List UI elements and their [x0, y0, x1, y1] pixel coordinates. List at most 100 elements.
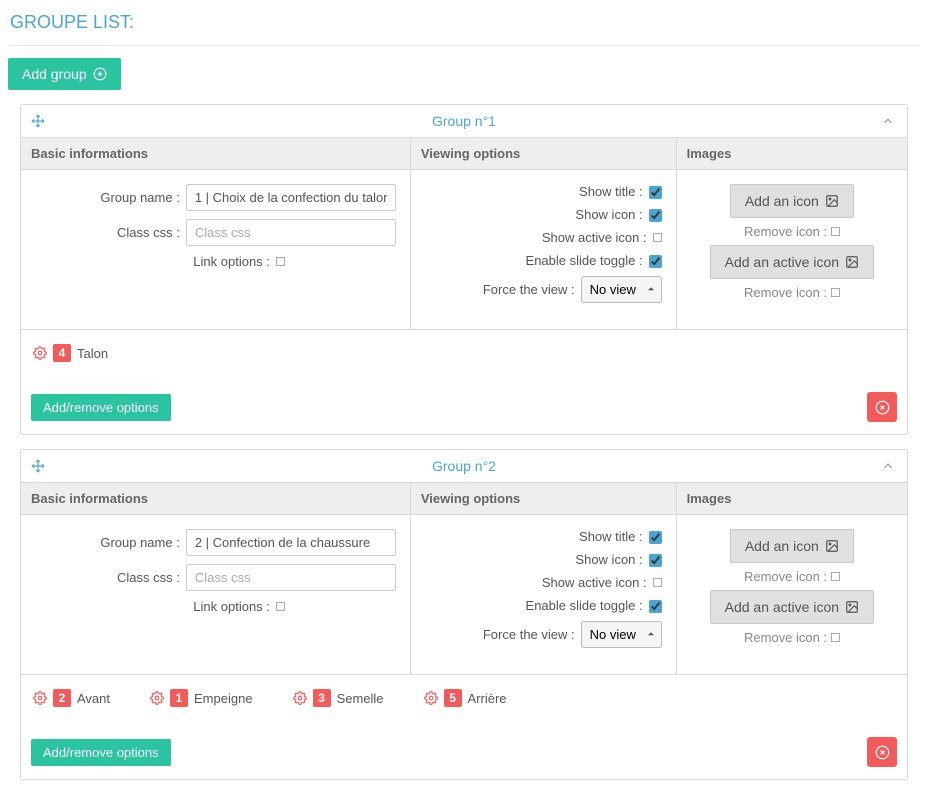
viewing-column: Viewing options Show title : Show icon :… — [411, 138, 677, 329]
option-label: Empeigne — [194, 691, 253, 706]
move-icon[interactable] — [31, 114, 45, 128]
force-view-label: Force the view : — [425, 627, 581, 642]
group-card: Group n°2 Basic informations Group name … — [20, 449, 908, 780]
add-icon-button[interactable]: Add an icon — [730, 529, 854, 563]
remove-active-icon-label: Remove icon : — [744, 630, 827, 645]
show-title-label: Show title : — [425, 184, 649, 199]
delete-group-button[interactable] — [867, 737, 897, 767]
viewing-column: Viewing options Show title : Show icon :… — [411, 483, 677, 674]
move-icon[interactable] — [31, 459, 45, 473]
close-circle-icon — [875, 745, 890, 760]
basic-header: Basic informations — [21, 138, 410, 170]
basic-header: Basic informations — [21, 483, 410, 515]
add-active-icon-label: Add an active icon — [725, 599, 839, 615]
add-icon-button[interactable]: Add an icon — [730, 184, 854, 218]
add-active-icon-label: Add an active icon — [725, 254, 839, 270]
image-icon — [845, 255, 859, 269]
enable-slide-checkbox[interactable] — [649, 255, 662, 268]
show-active-icon-checkbox[interactable] — [653, 578, 662, 587]
enable-slide-label: Enable slide toggle : — [425, 598, 649, 613]
group-columns: Basic informations Group name : Class cs… — [21, 483, 907, 675]
option-label: Avant — [77, 691, 110, 706]
viewing-header: Viewing options — [411, 483, 676, 515]
enable-slide-checkbox[interactable] — [649, 600, 662, 613]
show-active-icon-label: Show active icon : — [425, 230, 653, 245]
add-group-button[interactable]: Add group — [8, 58, 121, 90]
basic-column: Basic informations Group name : Class cs… — [21, 138, 411, 329]
show-icon-checkbox[interactable] — [649, 209, 662, 222]
class-css-label: Class css : — [56, 225, 186, 240]
add-icon-label: Add an icon — [745, 193, 819, 209]
add-icon-label: Add an icon — [745, 538, 819, 554]
basic-column: Basic informations Group name : Class cs… — [21, 483, 411, 674]
add-group-label: Add group — [22, 66, 87, 82]
class-css-input[interactable] — [186, 564, 396, 591]
gear-icon[interactable] — [150, 691, 164, 705]
option-label: Semelle — [337, 691, 384, 706]
image-icon — [825, 194, 839, 208]
remove-active-icon-checkbox[interactable] — [831, 633, 840, 642]
group-header: Group n°1 — [21, 105, 907, 138]
add-remove-options-button[interactable]: Add/remove options — [31, 739, 171, 766]
option-item: 4 Talon — [33, 344, 108, 362]
groups-container: Group n°1 Basic informations Group name … — [20, 104, 908, 780]
group-card: Group n°1 Basic informations Group name … — [20, 104, 908, 435]
force-view-select[interactable]: No view — [581, 621, 662, 648]
group-title: Group n°1 — [432, 113, 496, 129]
gear-icon[interactable] — [33, 691, 47, 705]
group-title: Group n°2 — [432, 458, 496, 474]
show-icon-checkbox[interactable] — [649, 554, 662, 567]
add-active-icon-button[interactable]: Add an active icon — [710, 590, 874, 624]
add-active-icon-button[interactable]: Add an active icon — [710, 245, 874, 279]
delete-group-button[interactable] — [867, 392, 897, 422]
remove-active-icon-label: Remove icon : — [744, 285, 827, 300]
gear-icon[interactable] — [33, 346, 47, 360]
chevron-up-icon[interactable] — [881, 459, 895, 473]
group-name-label: Group name : — [56, 190, 186, 205]
remove-active-icon-checkbox[interactable] — [831, 288, 840, 297]
show-icon-label: Show icon : — [425, 552, 649, 567]
chevron-up-icon[interactable] — [881, 114, 895, 128]
options-row: 4 Talon — [21, 330, 907, 382]
show-icon-label: Show icon : — [425, 207, 649, 222]
card-footer: Add/remove options — [21, 727, 907, 779]
class-css-label: Class css : — [56, 570, 186, 585]
show-title-label: Show title : — [425, 529, 649, 544]
option-label: Arrière — [468, 691, 507, 706]
image-icon — [845, 600, 859, 614]
group-name-input[interactable] — [186, 529, 396, 556]
group-columns: Basic informations Group name : Class cs… — [21, 138, 907, 330]
gear-icon[interactable] — [293, 691, 307, 705]
gear-icon[interactable] — [424, 691, 438, 705]
close-circle-icon — [875, 400, 890, 415]
show-title-checkbox[interactable] — [649, 531, 662, 544]
force-view-select[interactable]: No view — [581, 276, 662, 303]
remove-icon-checkbox[interactable] — [831, 572, 840, 581]
remove-icon-label: Remove icon : — [744, 224, 827, 239]
link-options-checkbox[interactable] — [276, 257, 285, 266]
add-remove-options-button[interactable]: Add/remove options — [31, 394, 171, 421]
link-options-label: Link options : — [146, 599, 276, 614]
images-column: Images Add an icon Remove icon : Add an … — [677, 483, 907, 674]
option-number: 4 — [53, 344, 71, 362]
group-name-label: Group name : — [56, 535, 186, 550]
images-header: Images — [677, 483, 907, 515]
add-remove-options-label: Add/remove options — [43, 400, 159, 415]
group-header: Group n°2 — [21, 450, 907, 483]
remove-icon-label: Remove icon : — [744, 569, 827, 584]
group-name-input[interactable] — [186, 184, 396, 211]
option-label: Talon — [77, 346, 108, 361]
show-title-checkbox[interactable] — [649, 186, 662, 199]
class-css-input[interactable] — [186, 219, 396, 246]
card-footer: Add/remove options — [21, 382, 907, 434]
link-options-label: Link options : — [146, 254, 276, 269]
enable-slide-label: Enable slide toggle : — [425, 253, 649, 268]
force-view-label: Force the view : — [425, 282, 581, 297]
add-remove-options-label: Add/remove options — [43, 745, 159, 760]
link-options-checkbox[interactable] — [276, 602, 285, 611]
show-active-icon-checkbox[interactable] — [653, 233, 662, 242]
page-title: GROUPE LIST: — [8, 8, 920, 46]
plus-circle-icon — [93, 67, 107, 81]
remove-icon-checkbox[interactable] — [831, 227, 840, 236]
show-active-icon-label: Show active icon : — [425, 575, 653, 590]
